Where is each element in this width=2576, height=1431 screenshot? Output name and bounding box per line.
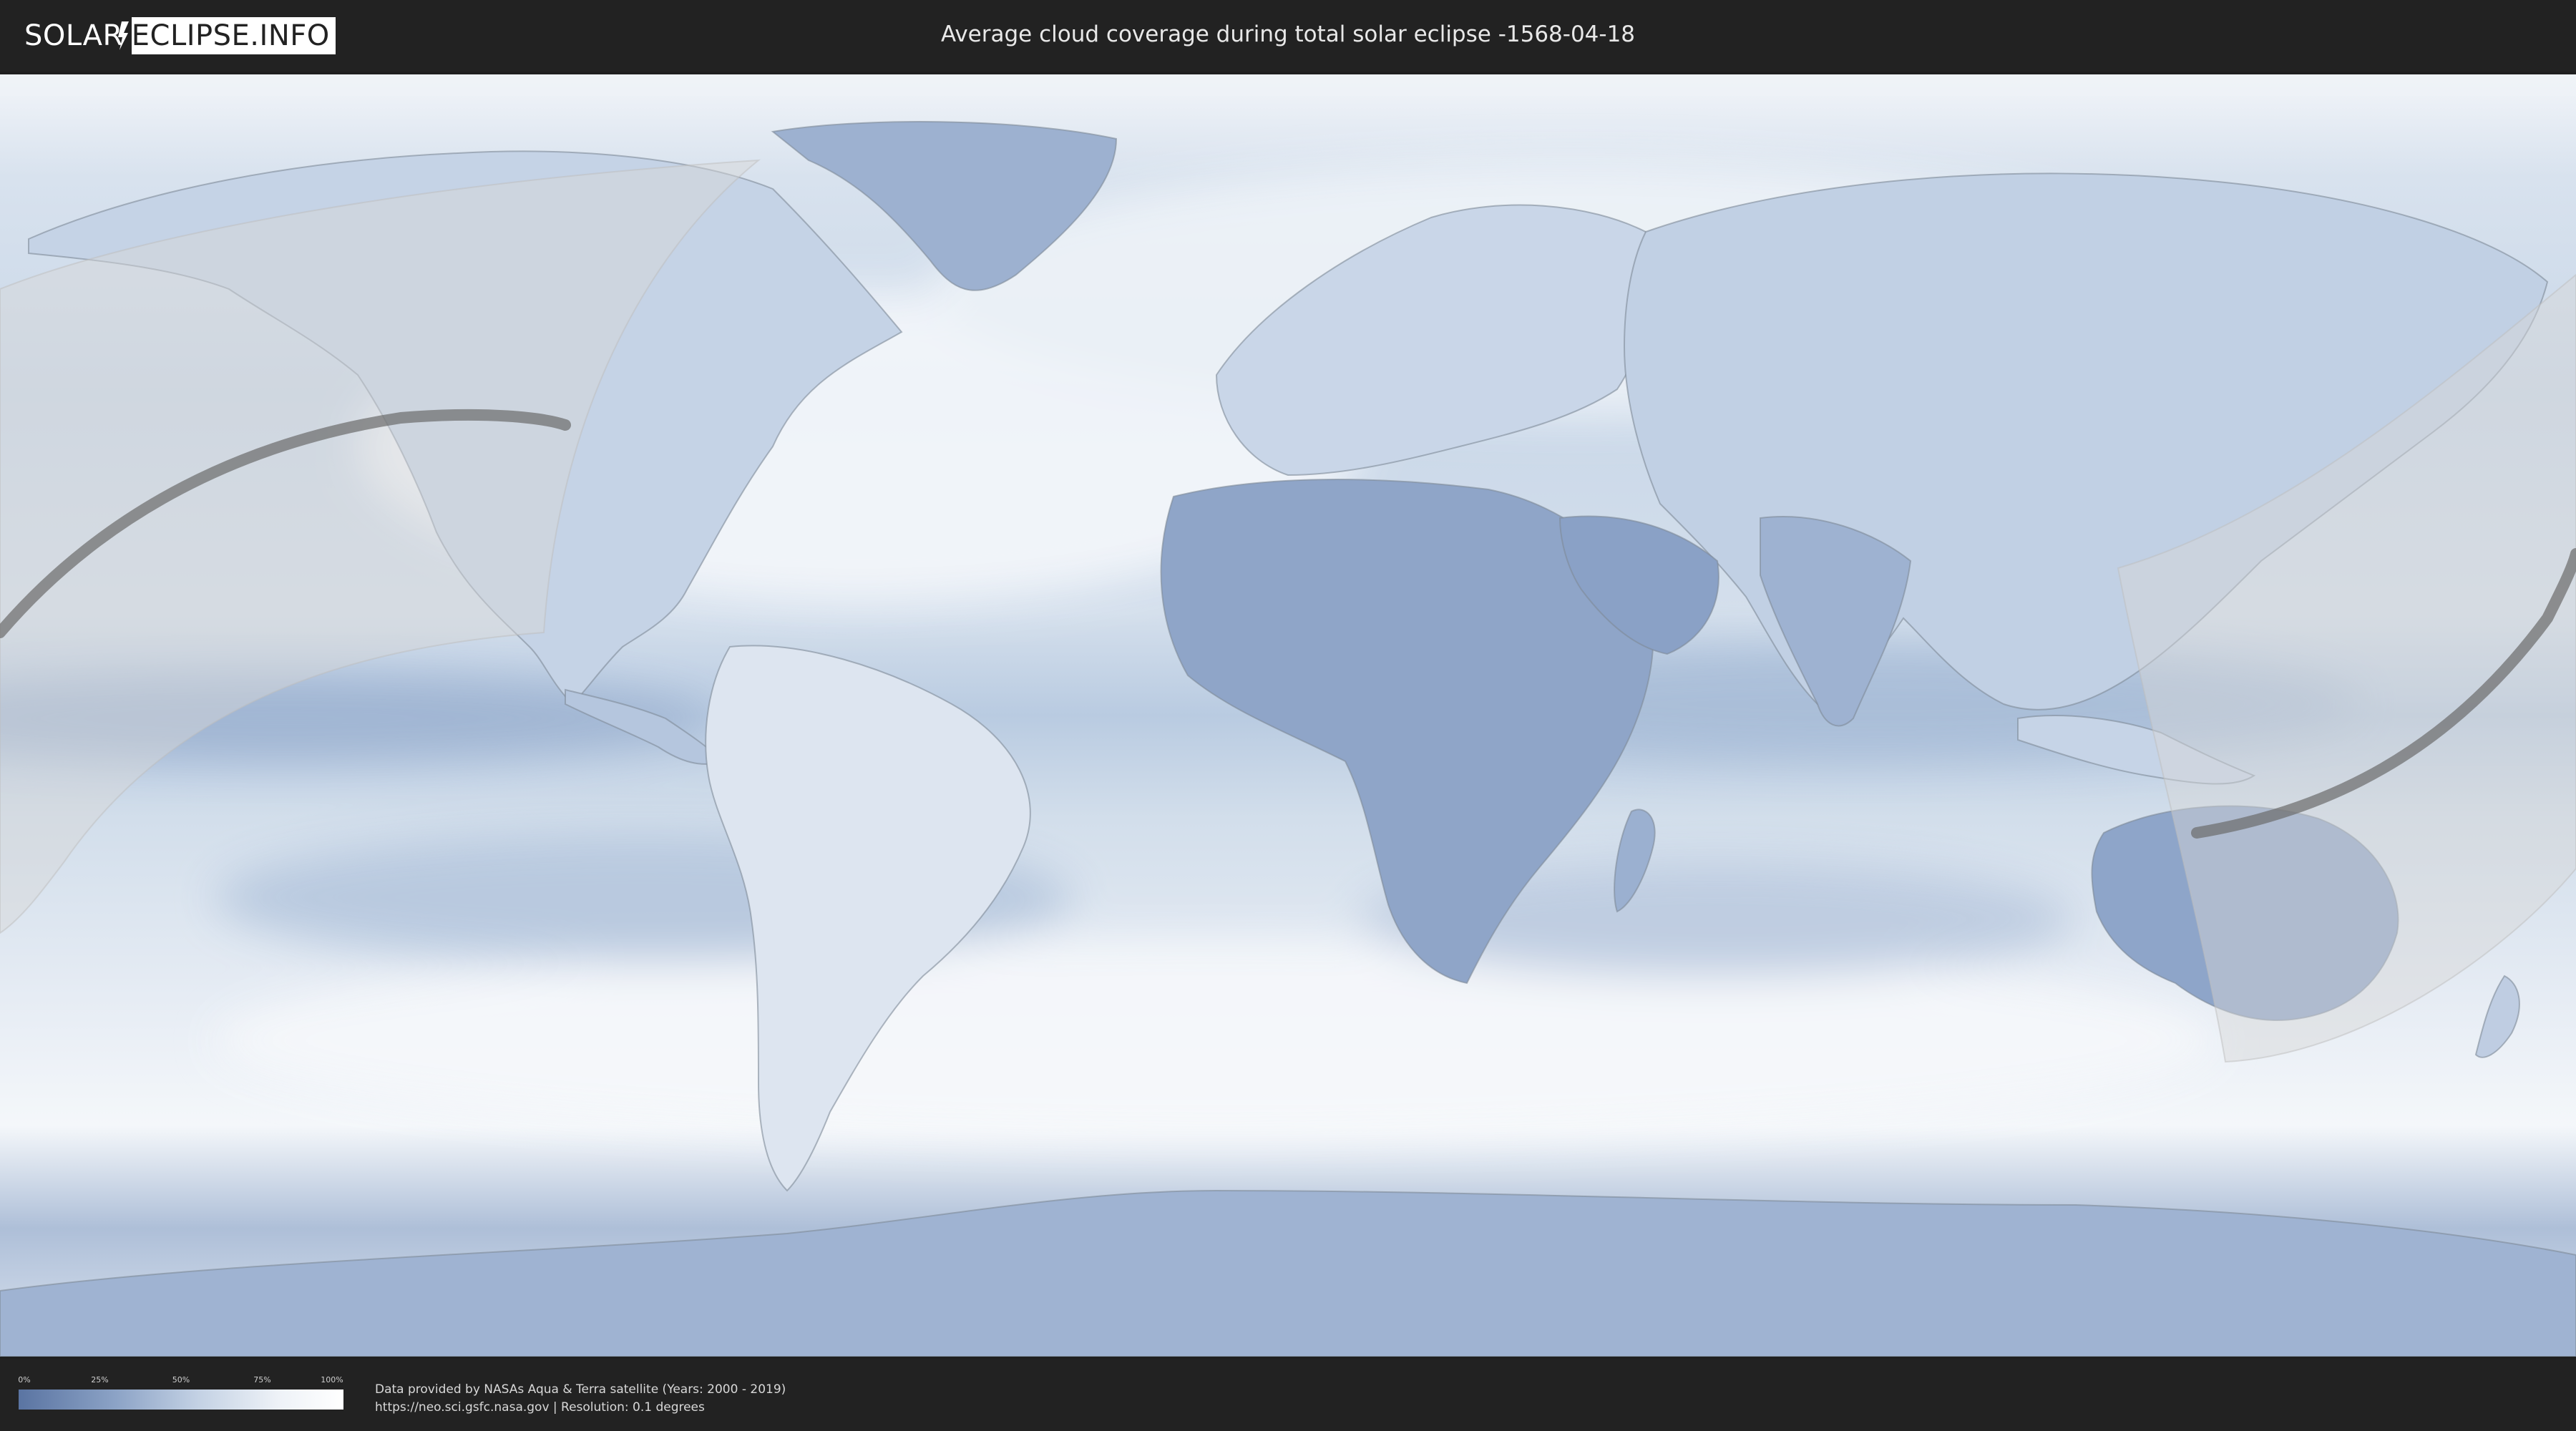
map-top-fade bbox=[0, 74, 2576, 96]
header-bar: SOLAR ECLIPSE.INFO Average cloud coverag… bbox=[0, 0, 2576, 72]
legend-tick-labels: 0% 25% 50% 75% 100% bbox=[18, 1375, 343, 1385]
page-title: Average cloud coverage during total sola… bbox=[940, 21, 1636, 47]
legend-tick-0: 0% bbox=[18, 1375, 31, 1384]
legend-tick-3: 75% bbox=[253, 1375, 271, 1384]
app-root: SOLAR ECLIPSE.INFO Average cloud coverag… bbox=[0, 0, 2576, 1431]
cloud-coverage-map[interactable] bbox=[0, 74, 2576, 1357]
legend-color-bar bbox=[19, 1390, 343, 1410]
credits-line-url[interactable]: https://neo.sci.gsfc.nasa.gov | Resoluti… bbox=[375, 1399, 786, 1417]
data-credits: Data provided by NASAs Aqua & Terra sate… bbox=[375, 1381, 786, 1417]
credits-line-source: Data provided by NASAs Aqua & Terra sate… bbox=[375, 1382, 786, 1397]
legend-tick-4: 100% bbox=[321, 1375, 343, 1384]
footer-bar: 0% 25% 50% 75% 100% Data provided by NASAs A… bbox=[0, 1359, 2576, 1431]
cloud-coverage-legend: 0% 25% 50% 75% 100% bbox=[18, 1375, 343, 1415]
legend-tick-1: 25% bbox=[91, 1375, 109, 1384]
world-map-svg bbox=[0, 74, 2576, 1357]
legend-tick-2: 50% bbox=[172, 1375, 190, 1384]
